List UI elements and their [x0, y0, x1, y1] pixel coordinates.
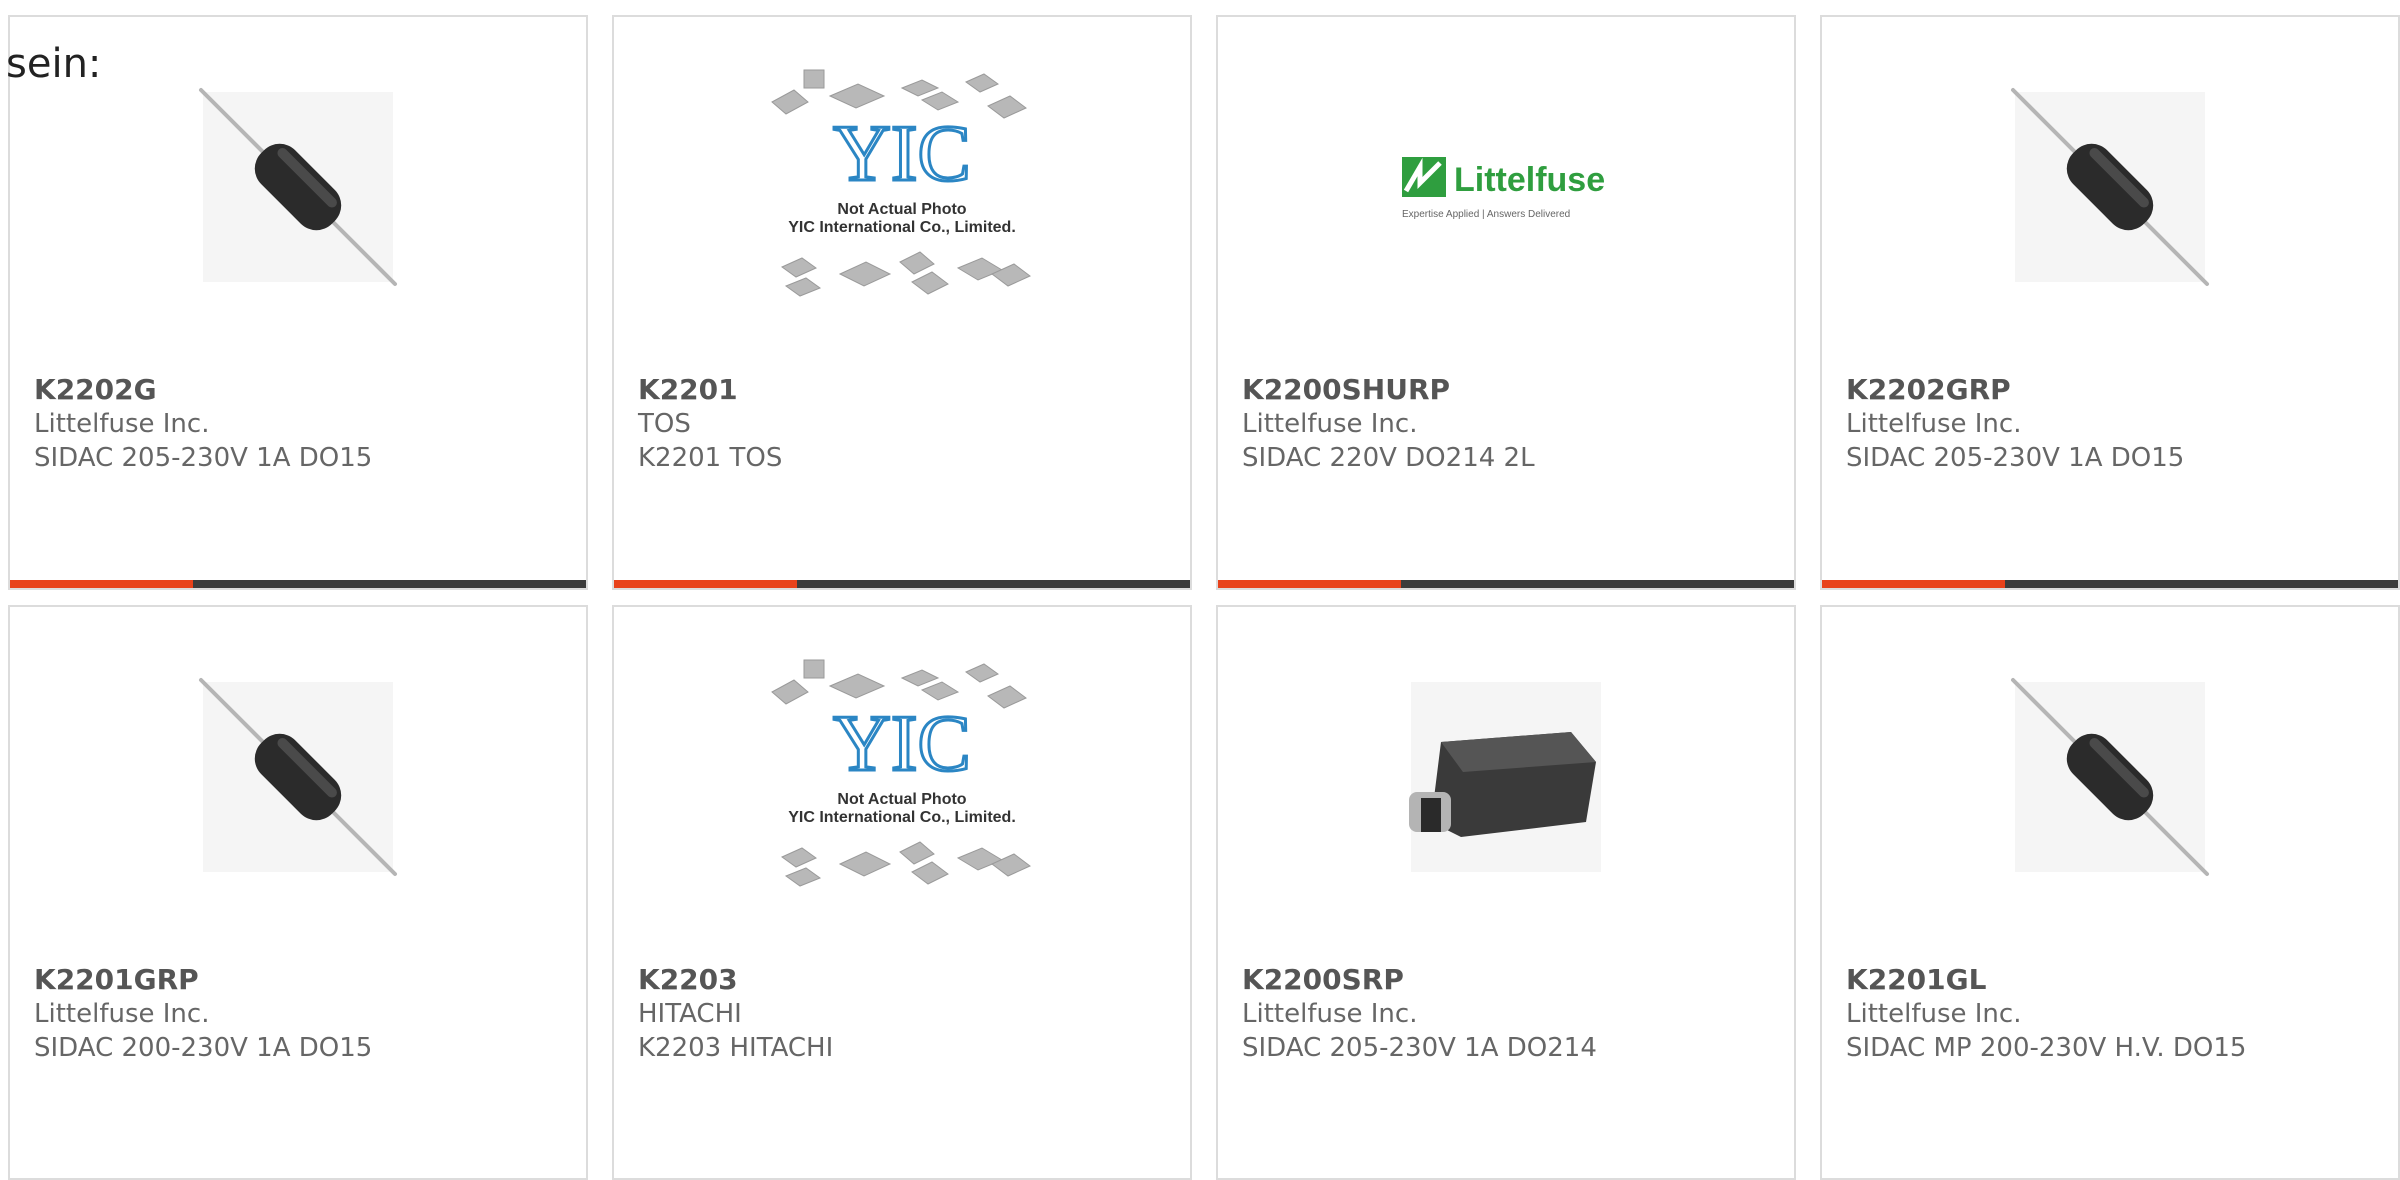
part-number[interactable]: K2201: [638, 373, 738, 406]
product-grid: K2202G Littelfuse Inc. SIDAC 205-230V 1A…: [0, 0, 2400, 1180]
accent-segment: [614, 580, 797, 588]
card-accent-bar: [1218, 580, 1794, 588]
product-image-axial-diode[interactable]: [10, 607, 586, 947]
axial-diode-icon: [2011, 678, 2209, 876]
accent-segment: [10, 580, 193, 588]
yic-logo-icon: YIC: [833, 110, 971, 198]
product-description: SIDAC 205-230V 1A DO15: [1846, 443, 2185, 473]
part-number[interactable]: K2202GRP: [1846, 373, 2011, 406]
manufacturer-name: Littelfuse Inc.: [34, 999, 210, 1029]
manufacturer-name: Littelfuse Inc.: [34, 409, 210, 439]
yic-placeholder-icon: YIC Not Actual Photo YIC International C…: [771, 69, 1031, 297]
yic-placeholder-icon: YIC Not Actual Photo YIC International C…: [771, 659, 1031, 887]
yic-logo-icon: YIC: [833, 700, 971, 788]
manufacturer-name: Littelfuse Inc.: [1846, 409, 2022, 439]
product-card[interactable]: YIC Not Actual Photo YIC International C…: [612, 15, 1192, 590]
accent-segment: [1822, 580, 2005, 588]
axial-diode-icon: [199, 678, 397, 876]
product-image-axial-diode[interactable]: [1822, 607, 2398, 947]
part-number[interactable]: K2202G: [34, 373, 157, 406]
product-card[interactable]: Littelfuse Expertise Applied | Answers D…: [1216, 15, 1796, 590]
manufacturer-name: Littelfuse Inc.: [1242, 409, 1418, 439]
axial-diode-icon: [199, 88, 397, 286]
product-card[interactable]: K2202G Littelfuse Inc. SIDAC 205-230V 1A…: [8, 15, 588, 590]
axial-diode-icon: [2011, 88, 2209, 286]
product-card[interactable]: K2202GRP Littelfuse Inc. SIDAC 205-230V …: [1820, 15, 2400, 590]
accent-segment: [1218, 580, 1401, 588]
product-image-smd-package[interactable]: [1218, 607, 1794, 947]
product-description: SIDAC 200-230V 1A DO15: [34, 1033, 373, 1063]
product-card[interactable]: K2201GRP Littelfuse Inc. SIDAC 200-230V …: [8, 605, 588, 1180]
part-number[interactable]: K2200SRP: [1242, 963, 1404, 996]
part-number[interactable]: K2203: [638, 963, 738, 996]
part-number[interactable]: K2201GRP: [34, 963, 199, 996]
littelfuse-tagline: Expertise Applied | Answers Delivered: [1402, 209, 1570, 220]
littelfuse-brand: Littelfuse: [1454, 161, 1605, 199]
product-card[interactable]: YIC Not Actual Photo YIC International C…: [612, 605, 1192, 1180]
placeholder-note-line1: Not Actual Photo: [837, 201, 966, 218]
card-accent-bar: [10, 580, 586, 588]
placeholder-note-line2: YIC International Co., Limited.: [788, 809, 1016, 826]
product-image-yic-placeholder[interactable]: YIC Not Actual Photo YIC International C…: [614, 17, 1190, 357]
product-description: K2201 TOS: [638, 443, 783, 473]
manufacturer-name: Littelfuse Inc.: [1242, 999, 1418, 1029]
intro-text: sein:: [6, 41, 102, 87]
manufacturer-name: HITACHI: [638, 999, 742, 1029]
card-accent-bar: [1822, 580, 2398, 588]
card-accent-bar: [614, 580, 1190, 588]
littelfuse-logo-icon: Littelfuse Expertise Applied | Answers D…: [1402, 157, 1605, 220]
manufacturer-name: TOS: [638, 409, 691, 439]
manufacturer-name: Littelfuse Inc.: [1846, 999, 2022, 1029]
product-card[interactable]: K2200SRP Littelfuse Inc. SIDAC 205-230V …: [1216, 605, 1796, 1180]
placeholder-note-line2: YIC International Co., Limited.: [788, 219, 1016, 236]
product-image-littelfuse-logo[interactable]: Littelfuse Expertise Applied | Answers D…: [1218, 17, 1794, 357]
product-description: SIDAC 205-230V 1A DO15: [34, 443, 373, 473]
product-image-yic-placeholder[interactable]: YIC Not Actual Photo YIC International C…: [614, 607, 1190, 947]
part-number[interactable]: K2200SHURP: [1242, 373, 1450, 406]
product-description: SIDAC 220V DO214 2L: [1242, 443, 1535, 473]
smd-package-icon: [1409, 682, 1601, 872]
product-image-axial-diode[interactable]: [1822, 17, 2398, 357]
product-description: K2203 HITACHI: [638, 1033, 834, 1063]
product-description: SIDAC MP 200-230V H.V. DO15: [1846, 1033, 2247, 1063]
product-card[interactable]: K2201GL Littelfuse Inc. SIDAC MP 200-230…: [1820, 605, 2400, 1180]
part-number[interactable]: K2201GL: [1846, 963, 1986, 996]
product-description: SIDAC 205-230V 1A DO214: [1242, 1033, 1597, 1063]
placeholder-note-line1: Not Actual Photo: [837, 791, 966, 808]
